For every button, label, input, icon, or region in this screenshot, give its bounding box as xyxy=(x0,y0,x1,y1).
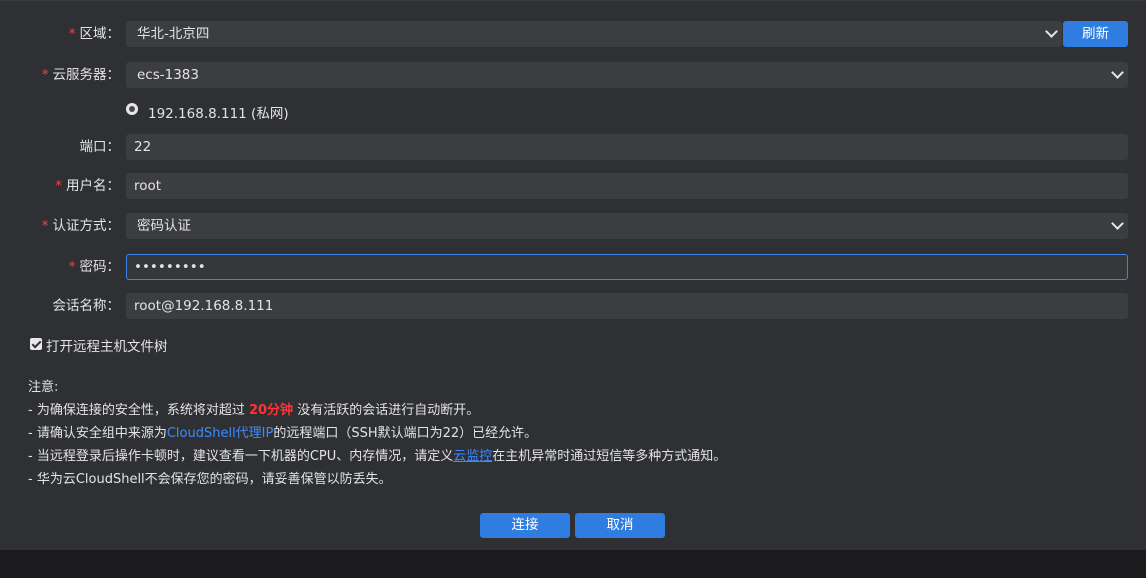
session-label: 会话名称： xyxy=(52,298,121,314)
note-line-3: - 当远程登录后操作卡顿时，建议查看一下机器的CPU、内存情况，请定义云监控在主… xyxy=(28,449,727,464)
username-label: * 用户名： xyxy=(55,178,120,194)
connect-dialog: *区域： 华北-北京四 刷新 *ecs-1383云服务器： ecs-1383 1… xyxy=(0,0,1146,550)
port-input[interactable]: 22 xyxy=(126,134,1128,160)
server-label: *ecs-1383云服务器： xyxy=(41,67,120,83)
chevron-down-icon xyxy=(1111,66,1124,79)
notes-title: 注意: xyxy=(28,380,59,395)
notes-section: 注意: - 为确保连接的安全性，系统将对超过 20分钟 没有活跃的会话进行自动断… xyxy=(28,376,726,491)
chevron-down-icon xyxy=(1045,25,1058,38)
auth-row: * 认证方式： 密码认证 xyxy=(0,213,1146,239)
session-row: 会话名称： root@192.168.8.111 xyxy=(0,293,1146,319)
cloudshell-proxy-ip-link[interactable]: CloudShell代理IP xyxy=(167,426,274,441)
note-line-1: - 为确保连接的安全性，系统将对超过 20分钟 没有活跃的会话进行自动断开。 xyxy=(28,403,480,418)
ip-radio[interactable] xyxy=(126,103,138,115)
note-line-2: - 请确认安全组中来源为CloudShell代理IP的远程端口（SSH默认端口为… xyxy=(28,426,538,441)
server-row: *ecs-1383云服务器： ecs-1383 xyxy=(0,62,1146,88)
file-tree-checkbox[interactable] xyxy=(30,338,42,350)
refresh-button[interactable]: 刷新 xyxy=(1063,21,1128,47)
cancel-button[interactable]: 取消 xyxy=(575,513,665,538)
chevron-down-icon xyxy=(1111,217,1124,230)
password-input[interactable]: ••••••••• xyxy=(126,254,1128,280)
username-input[interactable]: root xyxy=(126,173,1128,199)
auth-label: * 认证方式： xyxy=(41,218,120,234)
password-row: * 密码： ••••••••• xyxy=(0,254,1146,280)
port-label: 端口： xyxy=(79,139,121,155)
note-line-4: - 华为云CloudShell不会保存您的密码，请妥善保管以防丢失。 xyxy=(28,472,392,487)
region-row: * 区域： 华北-北京四 刷新 xyxy=(0,21,1146,47)
port-row: 端口： 22 xyxy=(0,134,1146,160)
region-label: * 区域： xyxy=(68,26,120,42)
server-select[interactable]: ecs-1383 xyxy=(126,62,1128,88)
session-name-input[interactable]: root@192.168.8.111 xyxy=(126,293,1128,319)
username-row: * 用户名： root xyxy=(0,173,1146,199)
ip-radio-label: 192.168.8.111 (私网) xyxy=(148,106,289,122)
auth-select[interactable]: 密码认证 xyxy=(126,213,1128,239)
password-label: * 密码： xyxy=(68,259,120,275)
file-tree-label: 打开远程主机文件树 xyxy=(46,339,168,355)
connect-button[interactable]: 连接 xyxy=(480,513,570,538)
cloud-monitor-link[interactable]: 云监控 xyxy=(453,449,492,464)
region-select[interactable]: 华北-北京四 xyxy=(126,21,1062,47)
